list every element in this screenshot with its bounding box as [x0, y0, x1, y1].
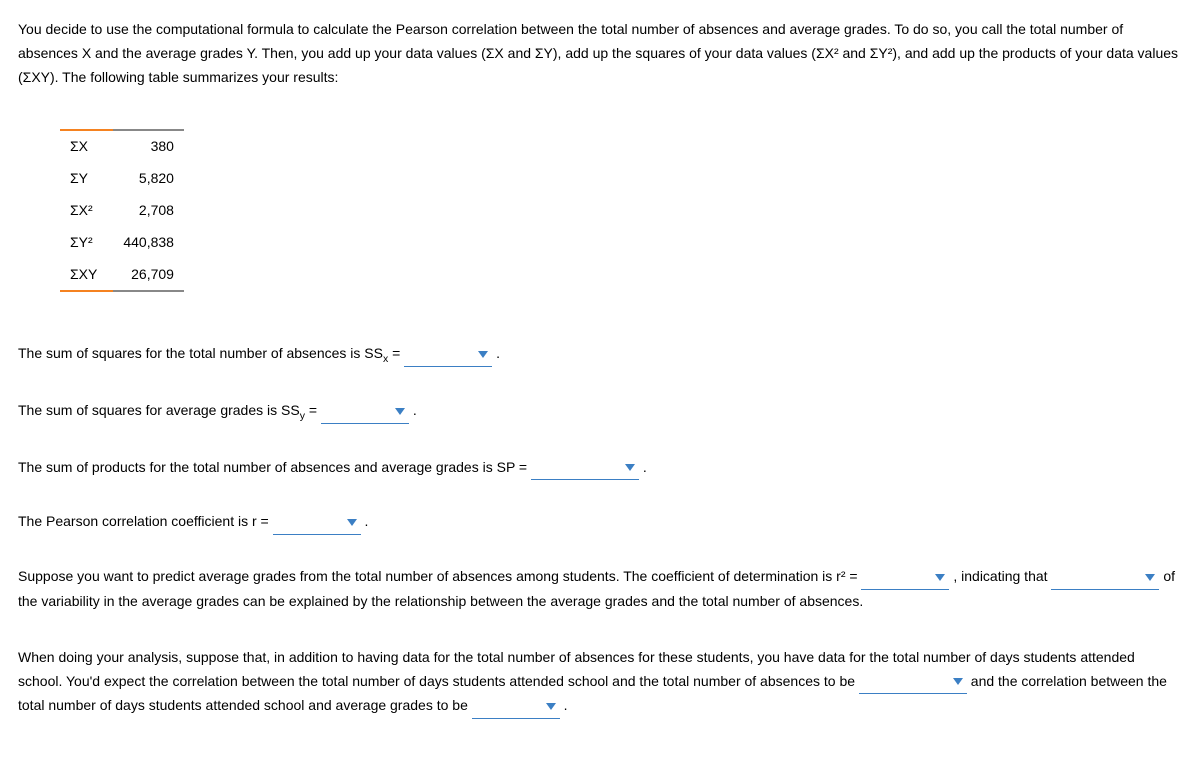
statement-r: The Pearson correlation coefficient is r…: [18, 510, 1182, 535]
period: .: [643, 459, 647, 475]
chevron-down-icon: [347, 519, 357, 526]
corr2-dropdown[interactable]: [472, 694, 560, 719]
analysis-paragraph: When doing your analysis, suppose that, …: [18, 646, 1182, 719]
table-label: ΣY²: [60, 227, 113, 259]
chevron-down-icon: [395, 408, 405, 415]
predict-paragraph: Suppose you want to predict average grad…: [18, 565, 1182, 614]
predict-p1: Suppose you want to predict average grad…: [18, 568, 858, 584]
table-value: 5,820: [113, 163, 184, 195]
r2-dropdown[interactable]: [861, 565, 949, 590]
eq: =: [305, 402, 317, 418]
intro-paragraph: You decide to use the computational form…: [18, 18, 1182, 89]
statement-ssy: The sum of squares for average grades is…: [18, 399, 1182, 426]
r-dropdown[interactable]: [273, 510, 361, 535]
indicating-dropdown[interactable]: [1051, 565, 1159, 590]
corr1-dropdown[interactable]: [859, 670, 967, 695]
statement-ssx: The sum of squares for the total number …: [18, 342, 1182, 369]
analysis-p1: When doing your analysis, suppose that, …: [18, 649, 1135, 689]
period: .: [364, 513, 368, 529]
table-row: ΣXY 26,709: [60, 259, 184, 292]
chevron-down-icon: [478, 351, 488, 358]
eq: =: [388, 345, 400, 361]
ssx-dropdown[interactable]: [404, 342, 492, 367]
sp-dropdown[interactable]: [531, 456, 639, 481]
table-value: 440,838: [113, 227, 184, 259]
table-label: ΣY: [60, 163, 113, 195]
summary-table: ΣX 380 ΣY 5,820 ΣX² 2,708 ΣY² 440,838 ΣX…: [60, 129, 184, 292]
table-label: ΣX: [60, 130, 113, 163]
table-row: ΣY 5,820: [60, 163, 184, 195]
chevron-down-icon: [1145, 574, 1155, 581]
table-label: ΣXY: [60, 259, 113, 292]
r-text: The Pearson correlation coefficient is r…: [18, 513, 269, 529]
statement-sp: The sum of products for the total number…: [18, 456, 1182, 481]
table-row: ΣX² 2,708: [60, 195, 184, 227]
table-value: 2,708: [113, 195, 184, 227]
table-label: ΣX²: [60, 195, 113, 227]
ssy-text: The sum of squares for average grades is…: [18, 402, 300, 418]
period: .: [413, 402, 417, 418]
sp-text: The sum of products for the total number…: [18, 459, 527, 475]
ssy-dropdown[interactable]: [321, 399, 409, 424]
chevron-down-icon: [625, 464, 635, 471]
table-value: 26,709: [113, 259, 184, 292]
period: .: [564, 697, 568, 713]
period: .: [496, 345, 500, 361]
ssx-text: The sum of squares for the total number …: [18, 345, 383, 361]
table-value: 380: [113, 130, 184, 163]
chevron-down-icon: [546, 703, 556, 710]
table-row: ΣX 380: [60, 130, 184, 163]
chevron-down-icon: [935, 574, 945, 581]
table-row: ΣY² 440,838: [60, 227, 184, 259]
chevron-down-icon: [953, 678, 963, 685]
predict-p2: , indicating that: [953, 568, 1047, 584]
